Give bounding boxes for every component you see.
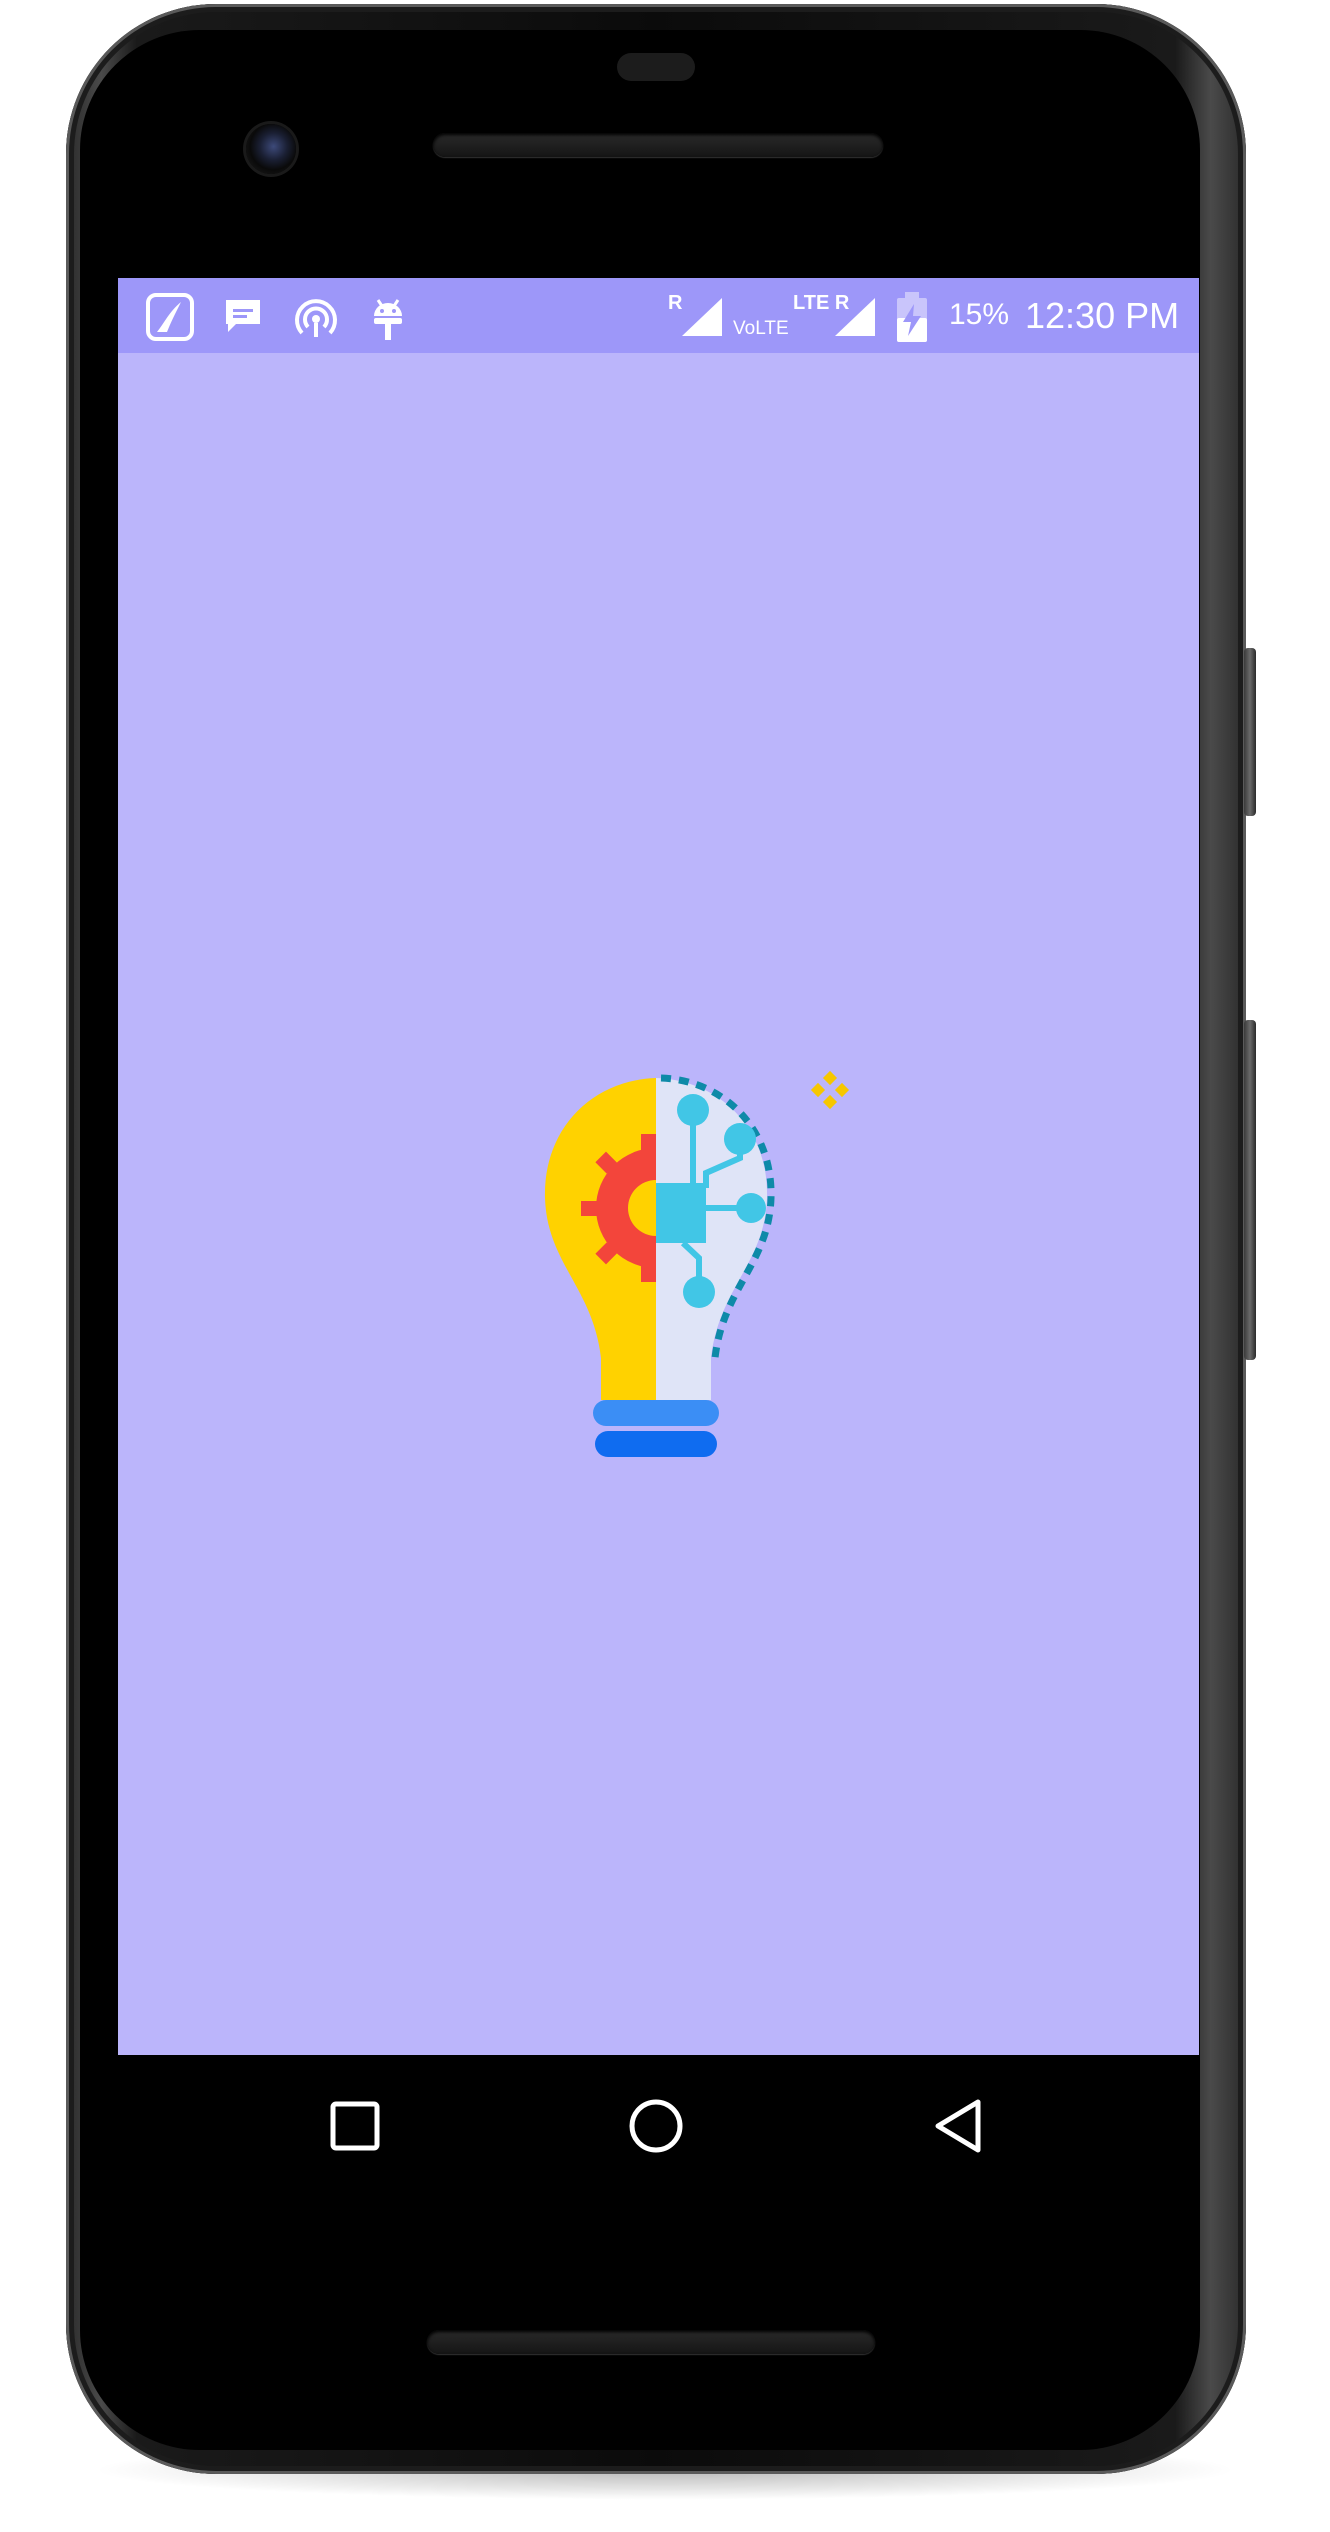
bottom-speaker-grille — [427, 2330, 875, 2354]
hotspot-icon — [293, 294, 339, 345]
power-button — [1244, 648, 1256, 816]
signal-strength-icon — [680, 296, 724, 343]
recents-button[interactable] — [329, 2100, 381, 2157]
sparkle-icon — [810, 1070, 850, 1110]
chat-bubble-icon — [222, 296, 264, 343]
back-triangle-icon — [935, 2099, 981, 2153]
lightbulb-gear-circuit-icon — [463, 1048, 1023, 1513]
top-speaker-grille — [433, 133, 883, 157]
device-stage: R VoLTE LTE R 15% 12:30 PM — [0, 0, 1330, 2532]
volume-button — [1244, 1020, 1256, 1360]
square-icon — [330, 2101, 380, 2151]
navigation-bar — [118, 2055, 1199, 2205]
back-button[interactable] — [930, 2098, 986, 2159]
circle-icon — [629, 2099, 683, 2153]
front-camera — [246, 124, 296, 174]
android-icon — [368, 292, 408, 347]
volte-label: VoLTE — [733, 318, 789, 339]
saavn-icon — [145, 292, 195, 347]
signal-strength-icon — [833, 296, 877, 343]
clock: 12:30 PM — [1025, 295, 1180, 336]
status-bar: R VoLTE LTE R 15% 12:30 PM — [118, 278, 1199, 353]
app-screen: R VoLTE LTE R 15% 12:30 PM — [118, 278, 1199, 2055]
home-button[interactable] — [628, 2098, 684, 2159]
battery-percent: 15% — [949, 298, 1010, 331]
earpiece — [617, 53, 695, 81]
battery-charging-icon — [895, 290, 929, 349]
